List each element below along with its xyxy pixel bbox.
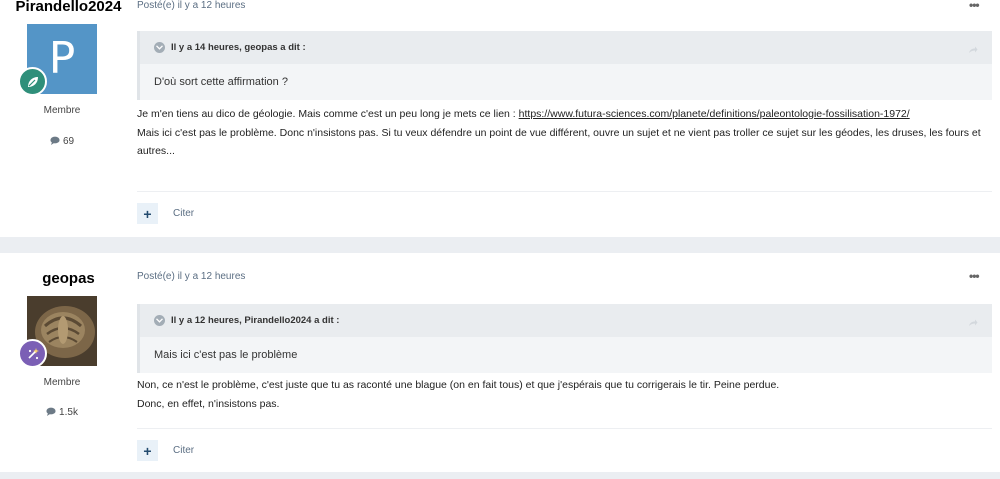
post-geopas: geopas Membre 1.5k Posté(e) il y a 12 he… (0, 253, 1000, 472)
content-text: Je m'en tiens au dico de géologie. Mais … (137, 108, 519, 120)
post-count-value: 1.5k (59, 407, 78, 418)
quote-block: Il y a 12 heures, Pirandello2024 a dit :… (137, 304, 992, 373)
divider (137, 428, 992, 429)
content-text: Non, ce n'est le problème, c'est juste q… (137, 379, 780, 391)
post-count-value: 69 (62, 136, 75, 147)
chevron-down-icon[interactable] (154, 42, 165, 53)
cite-button[interactable]: Citer (173, 445, 194, 456)
post-count[interactable]: 69 (0, 136, 124, 147)
post-content: Non, ce n'est le problème, c'est juste q… (137, 376, 982, 413)
post-content: Je m'en tiens au dico de géologie. Mais … (137, 105, 982, 161)
quote-header: Il y a 14 heures, geopas a dit : (140, 31, 992, 64)
post-pirandello2024: Pirandello2024 P Membre 69 Posté(e) il y… (0, 0, 1000, 237)
member-role: Membre (43, 377, 81, 388)
leaf-icon (18, 67, 47, 96)
cite-button[interactable]: Citer (173, 208, 194, 219)
fossilisation-link[interactable]: https://www.futura-sciences.com/planete/… (519, 108, 910, 120)
post-date[interactable]: Posté(e) il y a 12 heures (137, 271, 245, 282)
chevron-down-icon[interactable] (154, 315, 165, 326)
add-reaction-button[interactable]: + (137, 203, 158, 224)
quote-header: Il y a 12 heures, Pirandello2024 a dit : (140, 304, 992, 337)
quote-header-text: Il y a 12 heures, Pirandello2024 a dit : (171, 315, 340, 326)
more-options-button[interactable]: ••• (969, 0, 980, 12)
sparkle-icon (18, 339, 47, 368)
post-count[interactable]: 1.5k (0, 407, 124, 418)
quote-text: Mais ici c'est pas le problème (154, 349, 298, 361)
comment-icon (46, 407, 56, 416)
quote-header-text: Il y a 14 heures, geopas a dit : (171, 42, 306, 53)
author-name[interactable]: Pirandello2024 (0, 0, 137, 15)
share-arrow-icon[interactable] (968, 41, 978, 59)
post-date[interactable]: Posté(e) il y a 12 heures (137, 0, 245, 11)
content-text: Mais ici c'est pas le problème. Donc n'i… (137, 126, 981, 158)
more-options-button[interactable]: ••• (969, 269, 980, 283)
member-role: Membre (43, 105, 81, 116)
comment-icon (50, 136, 60, 145)
divider (137, 191, 992, 192)
add-reaction-button[interactable]: + (137, 440, 158, 461)
author-name[interactable]: geopas (0, 270, 137, 287)
content-text: Donc, en effet, n'insistons pas. (137, 397, 280, 410)
quote-block: Il y a 14 heures, geopas a dit : D'où so… (137, 31, 992, 100)
quote-text: D'où sort cette affirmation ? (154, 76, 288, 88)
share-arrow-icon[interactable] (968, 314, 978, 332)
